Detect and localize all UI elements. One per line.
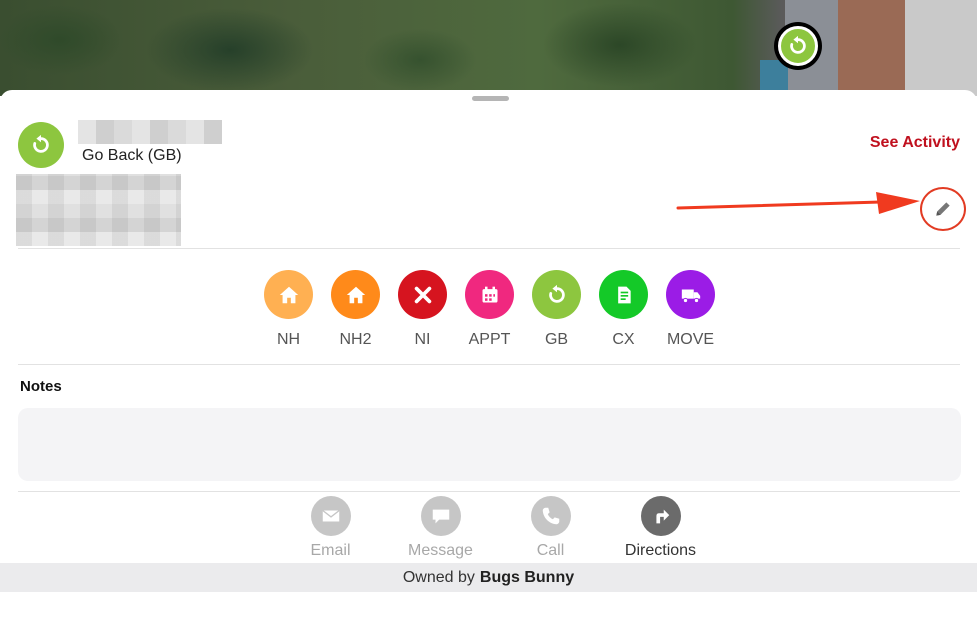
lead-detail-sheet: Go Back (GB) See Activity NH NH2 NI APPT… — [0, 90, 977, 619]
action-label: Email — [310, 542, 351, 559]
status-option-nh[interactable]: NH — [264, 270, 313, 349]
status-options-row: NH NH2 NI APPT GB CX MOVE — [0, 270, 977, 349]
see-activity-link[interactable]: See Activity — [870, 134, 960, 152]
divider — [18, 248, 960, 249]
divider — [18, 364, 960, 365]
phone-icon — [530, 496, 571, 536]
message-icon — [420, 496, 461, 536]
message-action[interactable]: Message — [396, 496, 486, 560]
divider — [18, 491, 960, 492]
status-option-appt[interactable]: APPT — [465, 270, 514, 349]
status-option-gb[interactable]: GB — [532, 270, 581, 349]
directions-action[interactable]: Directions — [616, 496, 706, 560]
email-action[interactable]: Email — [286, 496, 376, 560]
go-back-icon — [532, 270, 581, 319]
lead-status-icon — [18, 122, 64, 168]
contract-icon — [599, 270, 648, 319]
status-option-label: GB — [544, 331, 569, 348]
map-pin-go-back[interactable] — [774, 22, 822, 70]
owner-name: Bugs Bunny — [479, 568, 575, 586]
owner-bar: Owned by Bugs Bunny — [0, 563, 977, 592]
action-label: Directions — [624, 542, 697, 559]
sheet-grabber-handle[interactable] — [472, 96, 509, 101]
status-option-cx[interactable]: CX — [599, 270, 648, 349]
status-option-nh2[interactable]: NH2 — [331, 270, 380, 349]
map-roof — [838, 0, 908, 96]
calendar-icon — [465, 270, 514, 319]
contact-actions-row: Email Message Call Directions — [0, 496, 977, 560]
edit-button[interactable] — [920, 187, 966, 231]
notes-input[interactable] — [18, 408, 961, 481]
call-action[interactable]: Call — [506, 496, 596, 560]
action-label: Message — [408, 542, 473, 559]
truck-icon — [666, 270, 715, 319]
close-icon — [398, 270, 447, 319]
status-option-label: NH — [276, 331, 301, 348]
home-icon — [331, 270, 380, 319]
owned-by-prefix: Owned by — [402, 568, 475, 586]
status-option-label: NH2 — [339, 331, 372, 348]
status-option-label: APPT — [468, 331, 511, 348]
satellite-map[interactable] — [0, 0, 977, 96]
status-option-ni[interactable]: NI — [398, 270, 447, 349]
lead-status-label: Go Back (GB) — [82, 147, 182, 164]
status-option-move[interactable]: MOVE — [666, 270, 715, 349]
redacted-lead-name — [78, 120, 222, 144]
status-option-label: CX — [612, 331, 635, 348]
status-option-label: MOVE — [666, 331, 715, 348]
annotation-arrow — [676, 192, 920, 214]
go-back-icon — [33, 134, 49, 153]
notes-title: Notes — [20, 378, 62, 395]
map-roof — [905, 0, 977, 96]
status-option-label: NI — [414, 331, 431, 348]
action-label: Call — [536, 542, 565, 559]
directions-icon — [640, 496, 681, 536]
redacted-lead-address — [16, 174, 181, 246]
pencil-icon — [936, 202, 950, 216]
go-back-icon — [778, 26, 818, 66]
home-icon — [264, 270, 313, 319]
email-icon — [310, 496, 351, 536]
